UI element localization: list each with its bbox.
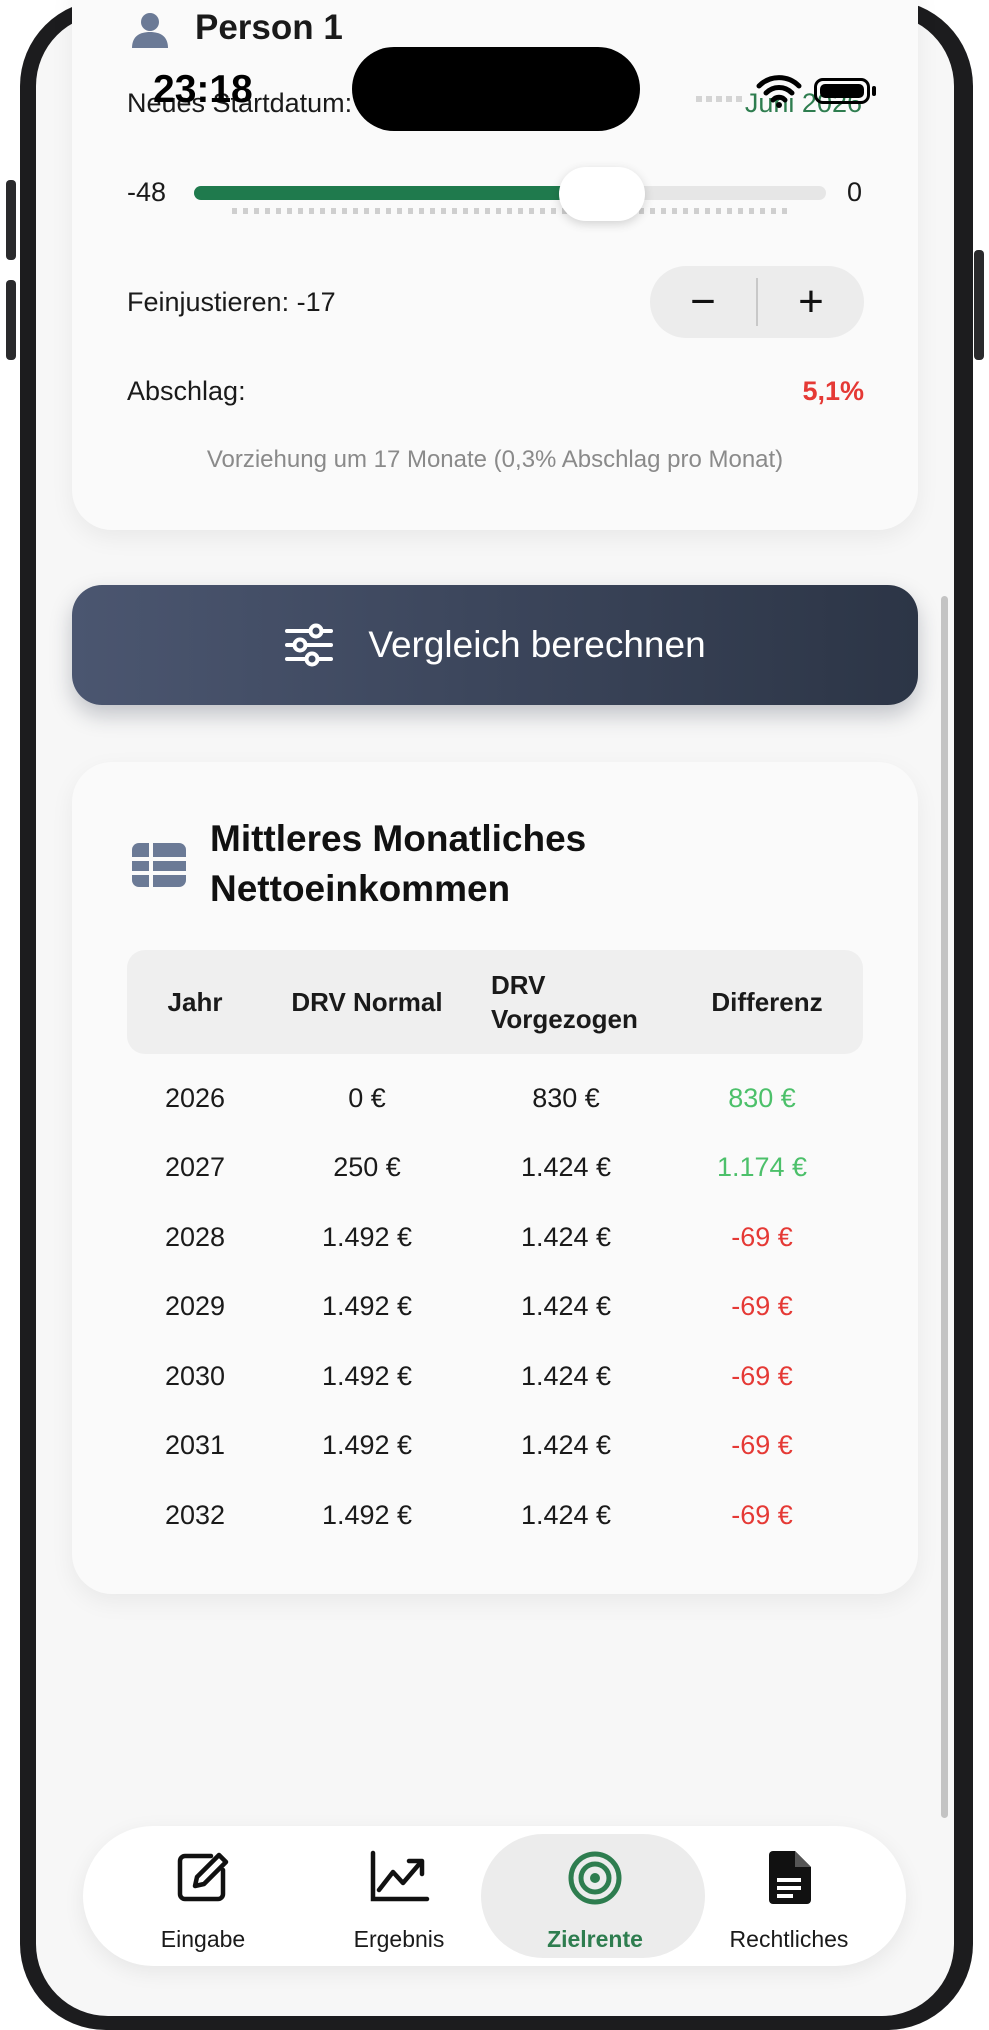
decrement-button[interactable]: − [650,266,756,338]
column-header-difference: Differenz [711,987,823,1017]
cell-year: 2032 [164,1499,226,1530]
tab-rechtliches[interactable]: Rechtliches [683,1826,895,1966]
cell-diff: -69 € [731,1291,793,1321]
sliders-icon [285,623,334,667]
table-row: 2032 1.492 € 1.424 € -69 € [127,1481,863,1549]
table-header: Jahr DRV Normal DRV Vorgezogen Differenz [127,950,863,1054]
cell-early: 1.424 € [520,1499,612,1530]
table-icon [132,843,186,887]
increment-button[interactable]: + [758,266,864,338]
cell-year: 2028 [164,1221,226,1252]
table-title: Mittleres Monatliches Nettoeinkommen [210,818,587,909]
target-icon [568,1851,622,1905]
cell-normal: 250 € [333,1152,401,1182]
table-row: 2026 0 € 830 € 830 € [127,1064,863,1132]
cell-early: 830 € [532,1082,600,1113]
cell-normal: 1.492 € [321,1430,413,1460]
compare-button[interactable]: Vergleich berechnen [72,585,918,705]
compare-button-label: Vergleich berechnen [368,624,706,665]
status-time: 23:18 [153,68,253,111]
cell-normal: 1.492 € [321,1360,413,1391]
cell-early: 1.424 € [520,1430,612,1460]
person-icon [132,13,168,48]
cell-year: 2026 [164,1082,226,1113]
battery-icon [814,78,870,104]
fine-tune-label: Feinjustieren: -17 [127,287,336,317]
document-icon [769,1851,811,1904]
cell-year: 2027 [164,1152,226,1182]
cell-diff: -69 € [731,1221,793,1252]
cell-early: 1.424 € [520,1360,612,1391]
cell-normal: 0 € [348,1082,386,1113]
cell-diff: 830 € [728,1082,796,1113]
person-title: Person 1 [195,8,343,47]
cell-year: 2031 [164,1430,226,1460]
tab-label-eingabe: Eingabe [160,1926,246,1952]
table-row: 2030 1.492 € 1.424 € -69 € [127,1342,863,1410]
tab-label-rechtliches: Rechtliches [729,1926,849,1952]
discount-hint: Vorziehung um 17 Monate (0,3% Abschlag p… [206,446,784,473]
cell-early: 1.424 € [520,1291,612,1321]
column-header-drv-normal: DRV Normal [291,987,443,1017]
tab-label-zielrente: Zielrente [547,1926,643,1952]
side-button-volume [6,280,16,360]
discount-label: Abschlag: [127,376,246,406]
cell-normal: 1.492 € [321,1291,413,1321]
cell-normal: 1.492 € [321,1499,413,1530]
column-header-drv-early: DRV Vorgezogen [491,970,638,1034]
cell-diff: -69 € [731,1499,793,1530]
wifi-icon [756,75,802,108]
discount-value: 5,1% [802,376,864,406]
slider-max-label: 0 [846,177,862,207]
signal-dots-icon [696,96,742,102]
cell-early: 1.424 € [520,1152,612,1182]
tab-bar: Eingabe Ergebnis Zielrente Rechtliches [83,1826,906,1966]
tab-label-ergebnis: Ergebnis [353,1926,445,1952]
cell-year: 2030 [164,1360,226,1391]
scrollbar[interactable] [941,596,948,1818]
edit-icon [177,1852,229,1902]
slider-fill [194,186,603,200]
table-row: 2028 1.492 € 1.424 € -69 € [127,1203,863,1271]
tab-ergebnis[interactable]: Ergebnis [293,1826,505,1966]
tab-zielrente[interactable]: Zielrente [481,1826,705,1966]
side-button-power [974,250,984,360]
fine-tune-stepper: − + [650,266,864,338]
cell-early: 1.424 € [520,1221,612,1252]
plus-icon: + [798,277,824,326]
battery-tip [872,86,876,96]
cell-year: 2029 [164,1291,226,1321]
table-row: 2031 1.492 € 1.424 € -69 € [127,1412,863,1480]
slider-min-label: -48 [127,177,167,207]
table-row: 2027 250 € 1.424 € 1.174 € [127,1134,863,1202]
slider-ticks [232,208,790,214]
column-header-year: Jahr [167,987,223,1017]
months-slider[interactable] [194,186,826,200]
slider-thumb[interactable] [559,167,646,221]
cell-diff: 1.174 € [716,1152,808,1182]
cell-normal: 1.492 € [321,1221,413,1252]
cell-diff: -69 € [731,1430,793,1460]
dynamic-island [352,47,640,131]
minus-icon: − [690,277,716,326]
side-button-silent [6,180,16,260]
chart-icon [370,1850,430,1902]
tab-eingabe[interactable]: Eingabe [97,1826,309,1966]
cell-diff: -69 € [731,1360,793,1391]
table-row: 2029 1.492 € 1.424 € -69 € [127,1273,863,1341]
